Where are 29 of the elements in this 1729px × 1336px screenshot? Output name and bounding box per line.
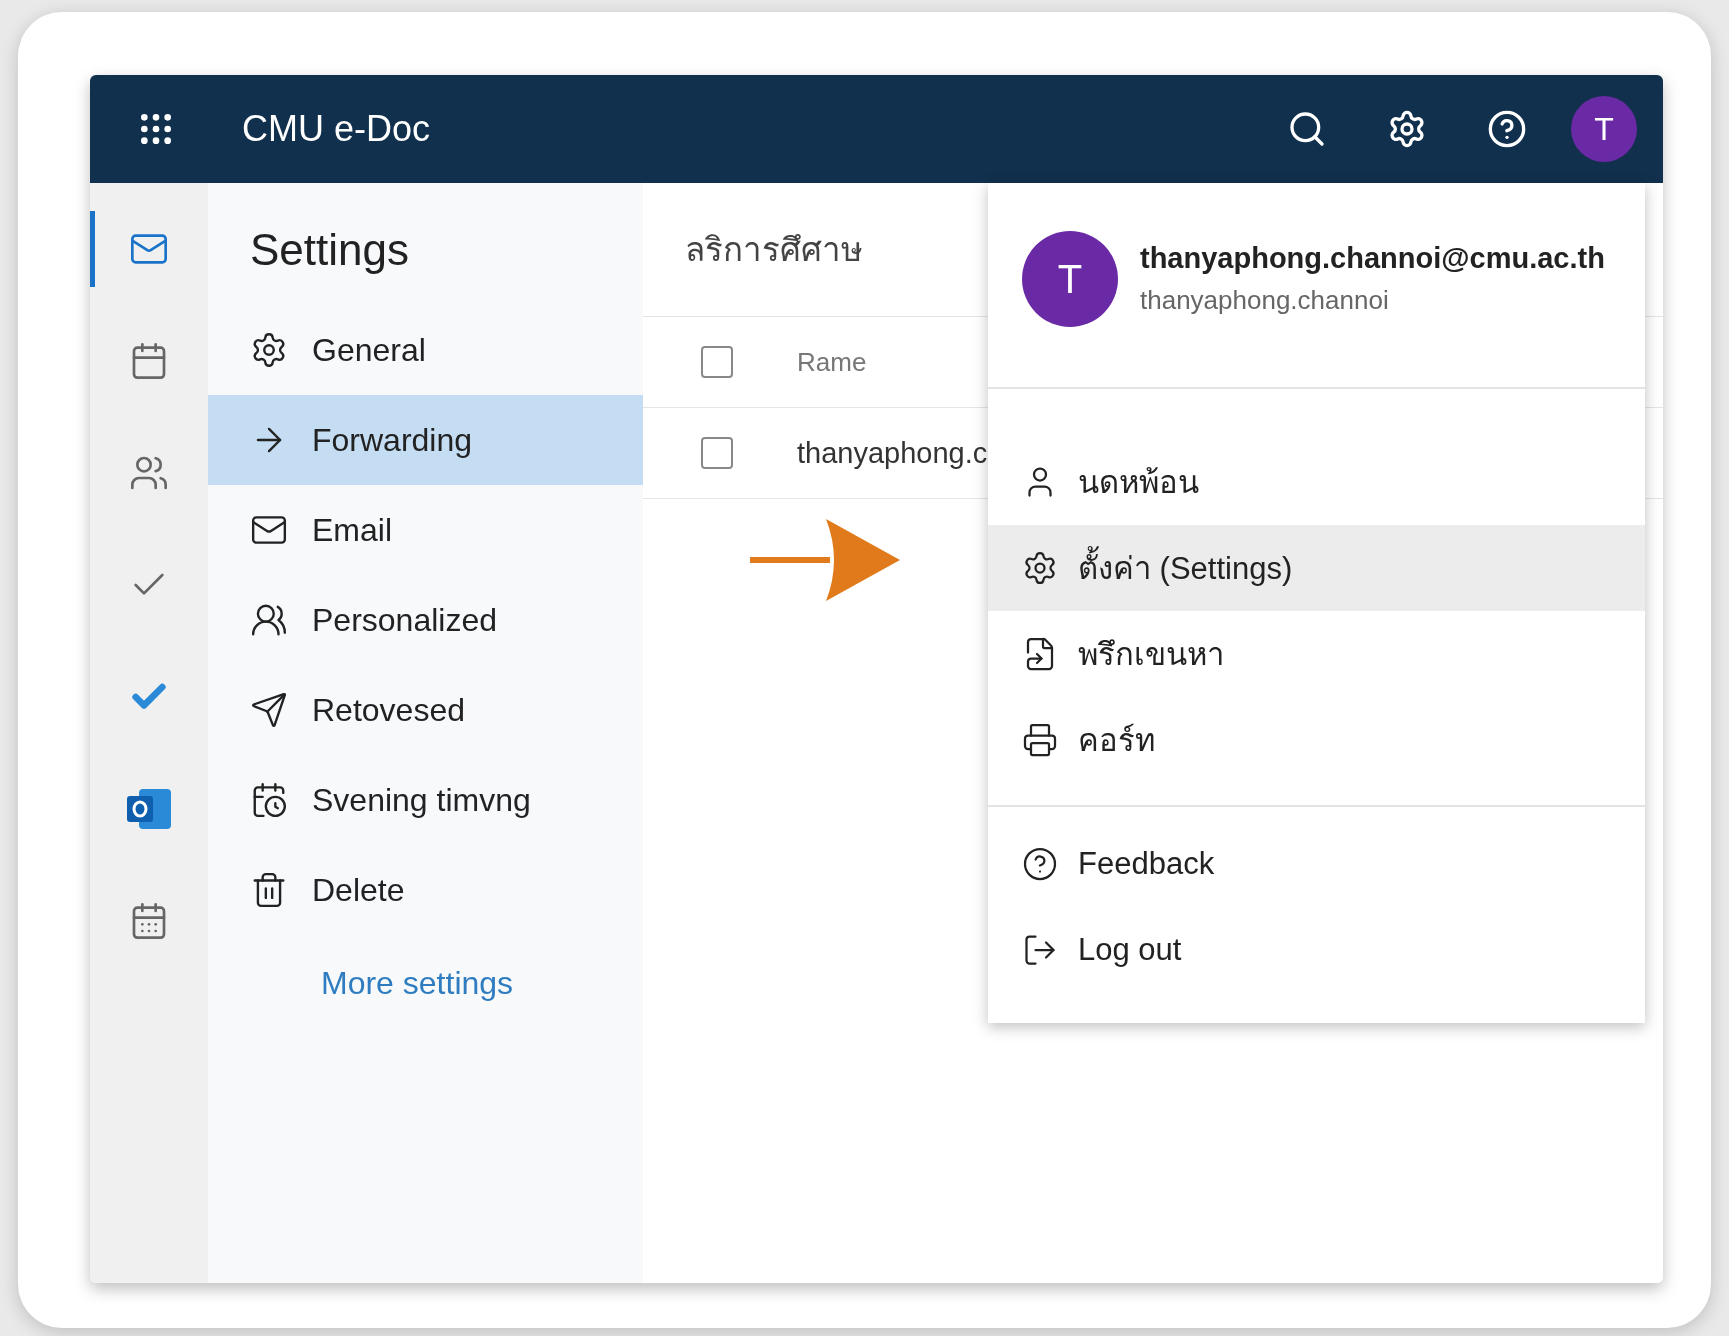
gear-icon — [1022, 550, 1058, 586]
settings-nav-item[interactable]: Personalized — [208, 575, 643, 665]
settings-nav-item[interactable]: Delete — [208, 845, 643, 935]
account-username: thanyaphong.channoi — [1140, 285, 1390, 316]
menu-item[interactable]: Log out — [988, 907, 1645, 993]
settings-nav-item[interactable]: Retovesed — [208, 665, 643, 755]
account-email: thanyaphong.channoi@cmu.ac.th — [1140, 242, 1605, 275]
settings-nav-item[interactable]: Email — [208, 485, 643, 575]
more-settings-link[interactable]: More settings — [321, 965, 643, 1002]
app-title: CMU e-Doc — [242, 108, 431, 150]
menu-item[interactable]: นดหพ้อน — [988, 439, 1645, 525]
menu-item[interactable]: พรึกเขนหา — [988, 611, 1645, 697]
checkbox[interactable] — [701, 346, 733, 378]
menu-item[interactable]: Feedback — [988, 821, 1645, 907]
avatar-button[interactable]: T — [1571, 96, 1637, 162]
settings-nav-item[interactable]: Forwarding — [208, 395, 643, 485]
settings-nav-item[interactable]: Svening timvng — [208, 755, 643, 845]
settings-nav-item[interactable]: General — [208, 305, 643, 395]
printer-icon — [1022, 722, 1058, 758]
settings-title: Settings — [250, 225, 410, 275]
menu-item[interactable]: คอร์ท — [988, 697, 1645, 783]
profile-avatar: T — [1022, 231, 1118, 327]
column-header: Rame — [797, 346, 867, 378]
menu-item[interactable]: ตั้งค่า (Settings) — [988, 525, 1645, 611]
outlook-icon — [125, 787, 173, 831]
table-cell: thanyaphong.c — [797, 436, 988, 470]
help-icon — [1022, 846, 1058, 882]
checkbox[interactable] — [701, 437, 733, 469]
send-icon — [250, 691, 288, 729]
